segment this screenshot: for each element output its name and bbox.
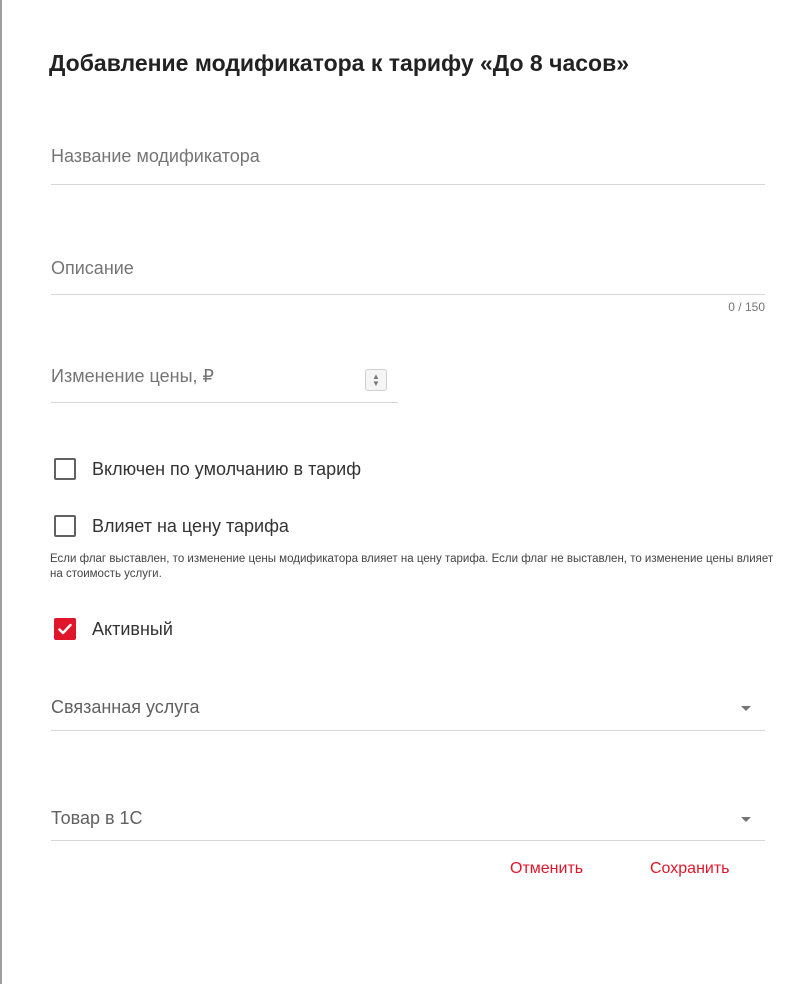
checkmark-icon — [58, 623, 72, 635]
description-field — [51, 258, 765, 295]
default-included-checkbox[interactable] — [54, 458, 76, 480]
product-1c-label: Товар в 1С — [51, 808, 143, 828]
price-stepper-icon[interactable]: ▲ ▼ — [365, 369, 387, 391]
active-checkbox[interactable] — [54, 618, 76, 640]
active-checkbox-row[interactable]: Активный — [54, 618, 173, 640]
affects-price-checkbox-row[interactable]: Влияет на цену тарифа — [54, 515, 289, 537]
chevron-down-icon — [741, 706, 751, 711]
add-modifier-dialog: Добавление модификатора к тарифу «До 8 ч… — [0, 0, 797, 984]
affects-price-checkbox[interactable] — [54, 515, 76, 537]
linked-service-select[interactable]: Связанная услуга — [51, 697, 765, 731]
description-char-counter: 0 / 150 — [728, 300, 765, 314]
default-included-label: Включен по умолчанию в тариф — [92, 458, 362, 479]
affects-price-label: Влияет на цену тарифа — [92, 515, 289, 536]
chevron-down-icon — [741, 817, 751, 822]
dialog-title: Добавление модификатора к тарифу «До 8 ч… — [49, 50, 630, 76]
affects-price-hint: Если флаг выставлен, то изменение цены м… — [50, 553, 774, 580]
save-button[interactable]: Сохранить — [650, 860, 730, 878]
cancel-button[interactable]: Отменить — [510, 860, 583, 878]
price-change-field: ▲▼ — [51, 366, 398, 403]
modifier-name-field — [51, 146, 765, 185]
price-change-input[interactable] — [51, 366, 351, 387]
product-1c-select[interactable]: Товар в 1С — [51, 808, 765, 841]
active-label: Активный — [92, 618, 173, 639]
linked-service-label: Связанная услуга — [51, 697, 200, 717]
default-included-checkbox-row[interactable]: Включен по умолчанию в тариф — [54, 458, 361, 480]
description-input[interactable] — [51, 258, 765, 279]
modifier-name-input[interactable] — [51, 146, 765, 167]
